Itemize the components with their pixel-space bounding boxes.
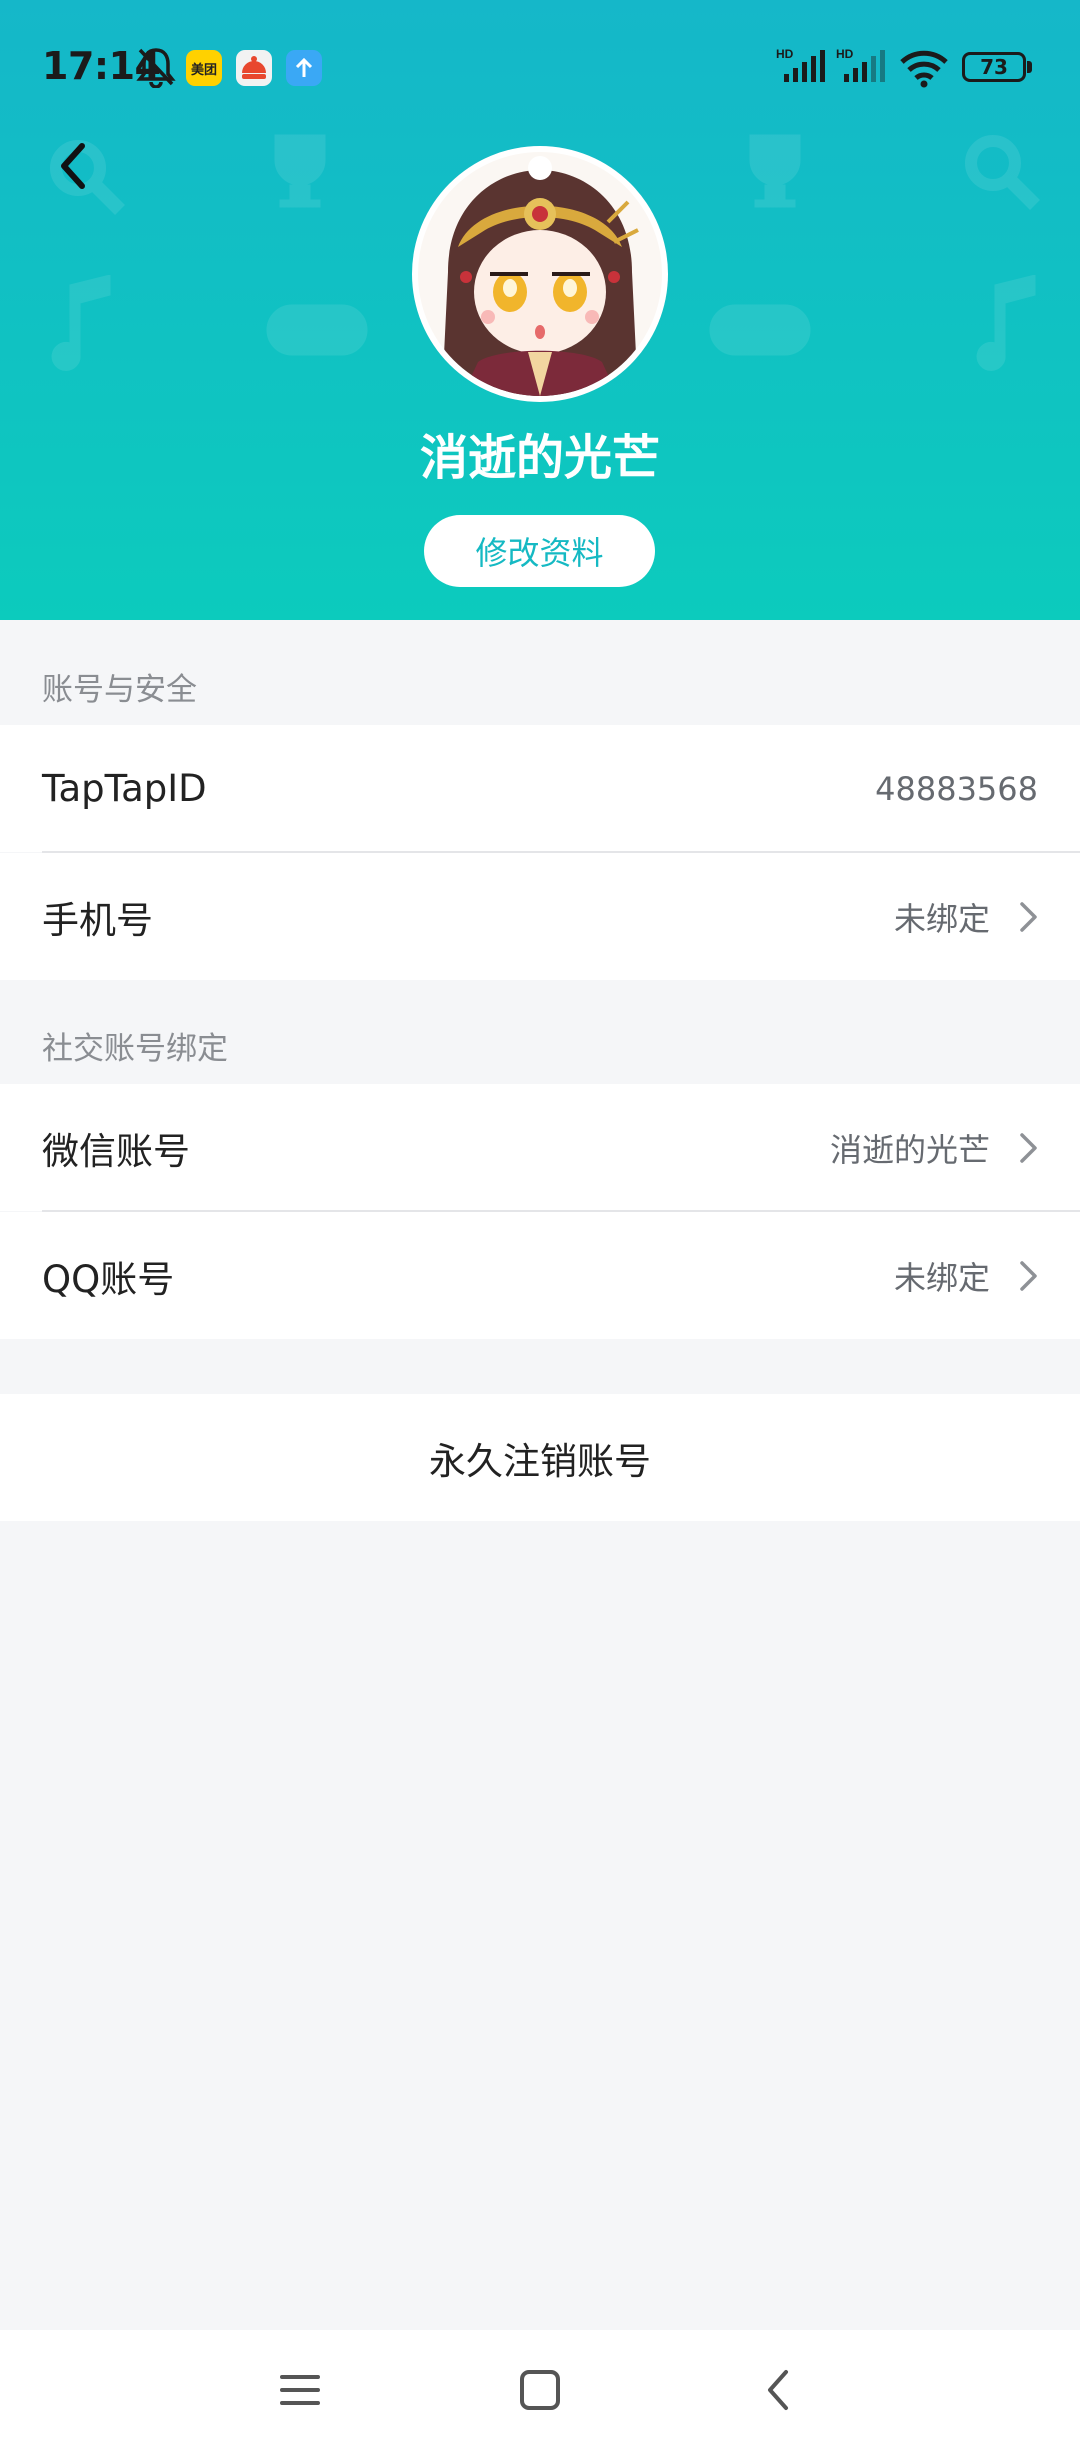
row-wechat[interactable]: 微信账号 消逝的光芒	[0, 1084, 1080, 1211]
hd-signal-icon: HD	[836, 47, 885, 82]
taptap-id-value: 48883568	[875, 769, 1038, 808]
section-title-account-security: 账号与安全	[42, 672, 197, 708]
username: 消逝的光芒	[419, 430, 660, 486]
delete-account-button[interactable]: 永久注销账号	[0, 1394, 1080, 1521]
trophy-deco-icon	[749, 134, 801, 208]
home-square-icon[interactable]	[518, 2368, 562, 2412]
upload-app-icon	[286, 50, 322, 86]
phone-value: 未绑定	[893, 899, 990, 938]
qq-label: QQ账号	[42, 1257, 175, 1301]
profile-header: 17:14 美团 HD HD 73 消逝的光芒 修改资料	[0, 0, 1080, 620]
search-deco-icon	[965, 135, 1040, 210]
chevron-right-icon	[1020, 1133, 1037, 1163]
qq-value: 未绑定	[893, 1258, 990, 1297]
meituan-app-icon: 美团	[186, 50, 222, 86]
taptap-id-label: TapTapID	[42, 767, 207, 810]
edit-profile-button[interactable]: 修改资料	[424, 515, 655, 587]
music-deco-icon	[51, 275, 111, 371]
wechat-label: 微信账号	[42, 1129, 190, 1173]
hd-signal-icon: HD	[776, 47, 825, 82]
gamepad-deco-icon	[709, 304, 811, 356]
row-qq[interactable]: QQ账号 未绑定	[0, 1212, 1080, 1339]
bell-off-icon	[136, 48, 176, 88]
avatar[interactable]	[412, 146, 668, 402]
chevron-left-icon[interactable]	[52, 138, 96, 194]
row-phone[interactable]: 手机号 未绑定	[0, 853, 1080, 980]
music-deco-icon	[976, 275, 1036, 371]
gamepad-deco-icon	[266, 304, 368, 356]
section-title-social-binding: 社交账号绑定	[42, 1031, 228, 1067]
wifi-icon	[900, 50, 948, 88]
back-triangle-icon[interactable]	[758, 2368, 802, 2412]
food-app-icon	[236, 50, 272, 86]
menu-icon[interactable]	[278, 2368, 322, 2412]
row-taptap-id: TapTapID 48883568	[0, 725, 1080, 852]
wechat-value: 消逝的光芒	[829, 1130, 990, 1169]
system-navigation-bar	[0, 2330, 1080, 2460]
trophy-deco-icon	[274, 134, 326, 208]
svg-text:HD: HD	[776, 47, 794, 61]
chevron-right-icon	[1020, 902, 1037, 932]
phone-label: 手机号	[42, 898, 153, 942]
chevron-right-icon	[1020, 1261, 1037, 1291]
battery-icon: 73	[962, 52, 1026, 82]
svg-text:HD: HD	[836, 47, 854, 61]
status-bar: 17:14 美团 HD HD 73	[0, 0, 1080, 135]
battery-tip	[1027, 61, 1032, 73]
avatar-image	[418, 152, 662, 396]
